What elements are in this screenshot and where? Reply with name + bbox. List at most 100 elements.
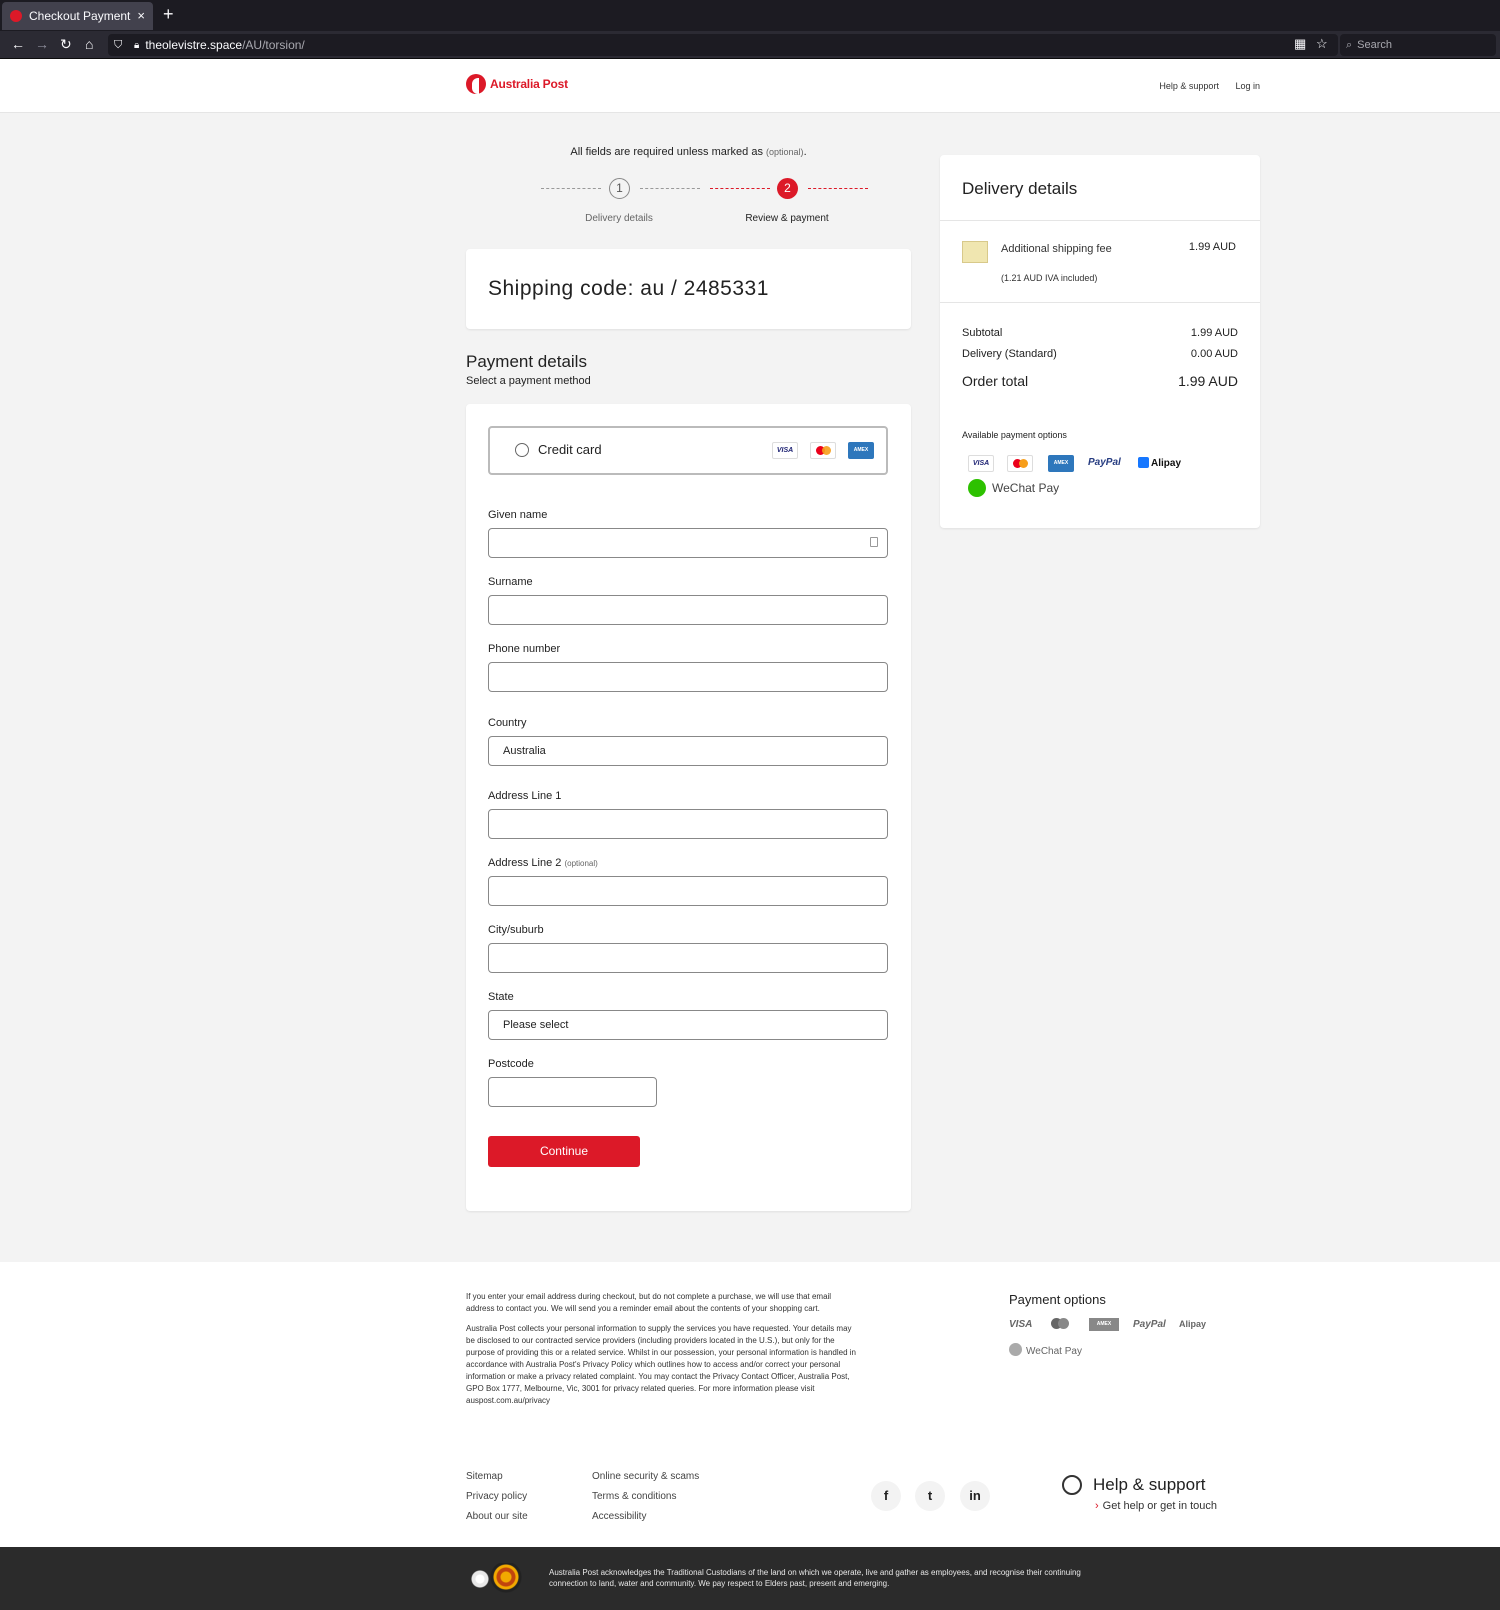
payment-details-title: Payment details [466,352,587,371]
optional-marker: (optional) [564,859,598,868]
surname-input[interactable] [488,595,888,625]
back-icon[interactable]: ← [11,36,25,52]
payment-form-card: Credit card VISA AMEX Given name Surname… [466,404,911,1211]
twitter-icon[interactable]: t [915,1481,945,1511]
address-line-1-input[interactable] [488,809,888,839]
city-suburb-input[interactable] [488,943,888,973]
acknowledgement-text: Australia Post acknowledges the Traditio… [549,1568,1081,1588]
address-line-2-input[interactable] [488,876,888,906]
help-link-text: Get help or get in touch [1102,1500,1218,1512]
shield-icon[interactable]: ⛉ [114,39,122,52]
footer-payment-logos: VISA AMEX PayPal Alipay WeChat Pay [1009,1317,1249,1357]
sitemap-link[interactable]: Sitemap [466,1471,503,1482]
footer-payment-title: Payment options [1009,1292,1106,1307]
autofill-icon[interactable] [870,537,878,547]
step-connector-active [710,188,770,189]
mastercard-icon [1051,1318,1069,1332]
online-security-link[interactable]: Online security & scams [592,1471,699,1482]
postcode-input[interactable] [488,1077,657,1107]
address-bar[interactable]: ⛉ 🔒︎ theolevistre.space/AU/torsion/ [108,34,1338,56]
reload-icon[interactable]: ↻ [60,36,72,52]
step-1-indicator: 1 [609,178,630,199]
mastercard-icon [810,442,836,459]
paypal-icon: PayPal [1133,1319,1166,1330]
required-fields-note: All fields are required unless marked as… [570,146,807,158]
australia-post-logo[interactable]: Australia Post [466,74,568,94]
payment-details-subtitle: Select a payment method [466,375,591,387]
amex-icon: AMEX [1089,1318,1119,1331]
linkedin-icon[interactable]: in [960,1481,990,1511]
address-line-1-label: Address Line 1 [488,790,562,802]
step-2-label: Review & payment [745,213,829,224]
url-domain: theolevistre.space [145,38,243,52]
facebook-icon[interactable]: f [871,1481,901,1511]
about-site-link[interactable]: About our site [466,1511,528,1522]
visa-icon: VISA [1009,1319,1033,1330]
alipay-icon: Alipay [1179,1319,1207,1329]
login-link[interactable]: Log in [1235,81,1260,91]
wechat-logo-icon [968,479,986,497]
city-suburb-label: City/suburb [488,924,544,936]
step-2-indicator: 2 [777,178,798,199]
forward-icon[interactable]: → [35,36,49,52]
accessibility-link[interactable]: Accessibility [592,1511,646,1522]
shipping-code: Shipping code: au / 2485331 [488,277,769,300]
continue-button[interactable]: Continue [488,1136,640,1167]
mastercard-icon [1007,455,1033,472]
amex-icon: AMEX [848,442,874,459]
phone-number-label: Phone number [488,643,561,655]
checkout-steps: 1 2 Delivery details Review & payment [466,178,911,228]
country-select[interactable]: Australia [488,736,888,766]
privacy-notice: Australia Post collects your personal in… [466,1324,856,1405]
state-select[interactable]: Please select [488,1010,888,1040]
phone-number-input[interactable] [488,662,888,692]
browser-tab[interactable]: Checkout Payment × [2,2,153,30]
step-connector [640,188,700,189]
delivery-value: 0.00 AUD [1190,348,1238,360]
wechat-logo-icon [1009,1343,1022,1356]
delivery-row: Delivery (Standard) 0.00 AUD [962,348,1238,360]
acknowledgement-bar: Australia Post acknowledges the Traditio… [0,1547,1500,1610]
tab-close-icon[interactable]: × [137,8,145,23]
privacy-policy-link[interactable]: Privacy policy [466,1491,527,1502]
indigenous-artwork-icon [466,1563,530,1593]
order-total-row: Order total 1.99 AUD [962,373,1238,389]
paypal-icon: PayPal [1088,457,1121,468]
header-links: Help & support Log in [1145,81,1260,91]
wechat-text: WeChat Pay [1026,1346,1082,1357]
credit-card-radio[interactable] [515,443,529,457]
site-header: Australia Post Help & support Log in [0,59,1500,113]
home-icon[interactable]: ⌂ [85,36,93,52]
visa-icon: VISA [772,442,798,459]
country-label: Country [488,717,527,729]
url-path: /AU/torsion/ [242,38,305,52]
optional-marker: (optional) [766,147,804,157]
postcode-label: Postcode [488,1058,534,1070]
credit-card-option[interactable]: Credit card VISA AMEX [488,426,888,475]
given-name-input[interactable] [488,528,888,558]
subtotal-label: Subtotal [962,327,1003,339]
help-support-title: Help & support [1093,1475,1206,1494]
subtotal-value: 1.99 AUD [1190,327,1238,339]
alipay-icon: Alipay [1138,457,1181,469]
help-contact-link[interactable]: › Get help or get in touch [1095,1500,1217,1512]
visa-icon: VISA [968,455,994,472]
state-label: State [488,991,514,1003]
alipay-text: Alipay [1151,458,1182,469]
wechat-text: WeChat Pay [992,481,1060,495]
order-total-value: 1.99 AUD [1178,373,1238,389]
given-name-label: Given name [488,509,548,521]
terms-conditions-link[interactable]: Terms & conditions [592,1491,676,1502]
lock-icon[interactable]: 🔒︎ [134,40,139,51]
site-footer: If you enter your email address during c… [0,1262,1500,1547]
favicon-icon [10,10,22,22]
extensions-icon[interactable]: ▦ [1294,36,1306,52]
bookmark-star-icon[interactable]: ☆ [1316,36,1328,52]
help-support-link[interactable]: Help & support [1159,81,1219,91]
australia-post-logo-icon [466,74,486,94]
amex-icon: AMEX [1048,455,1074,472]
headset-icon [1062,1475,1082,1495]
new-tab-button[interactable]: + [163,4,174,25]
browser-tab-bar: Checkout Payment × + [0,0,1500,31]
browser-search-input[interactable]: ⌕ Search [1340,34,1496,56]
